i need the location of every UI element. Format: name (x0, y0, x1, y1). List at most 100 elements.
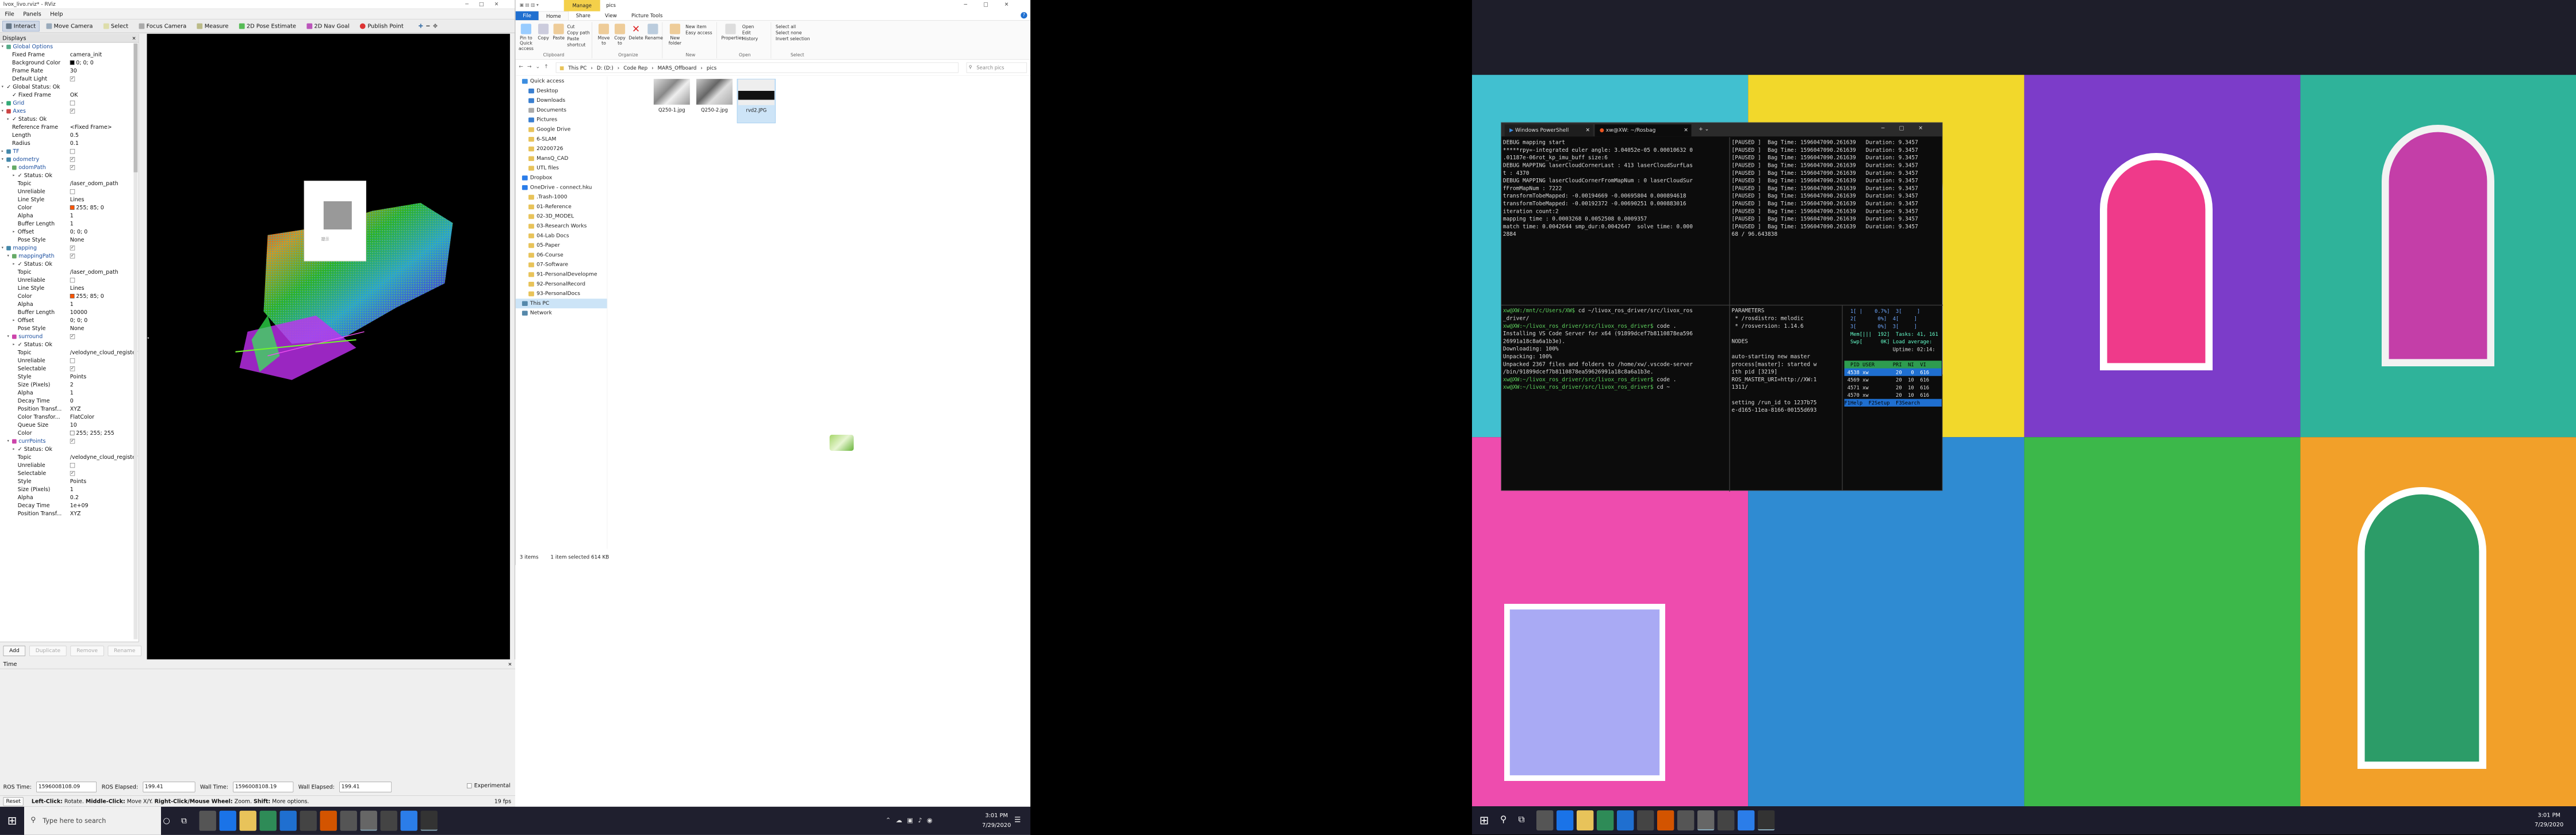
display-tree-row[interactable]: ▾ Axes ✓ (0, 107, 139, 115)
task-view-icon[interactable]: ⧉ (1519, 814, 1525, 825)
tab-ubuntu[interactable]: ● xw@XW: ~/Rosbag ✕ (1594, 124, 1692, 137)
taskbar-terminal-icon[interactable] (1697, 810, 1715, 831)
experimental-checkbox[interactable] (467, 783, 472, 788)
expand-arrow-icon[interactable]: ▾ (7, 437, 9, 445)
nav-item[interactable]: 06-Course (516, 250, 607, 260)
taskbar-app-icon[interactable] (340, 810, 357, 831)
tool-measure[interactable]: Measure (193, 21, 232, 31)
display-tree-row[interactable]: Unreliable (0, 276, 139, 284)
tool-interact[interactable]: Interact (2, 21, 40, 32)
expand-arrow-icon[interactable]: ▸ (13, 340, 14, 348)
display-checkbox[interactable]: ✓ (70, 471, 75, 476)
settings-icon[interactable]: ✥ (433, 23, 438, 29)
display-tree-row[interactable]: Pose Style None (0, 324, 139, 332)
taskbar-explorer-icon[interactable] (1577, 810, 1594, 831)
display-tree-row[interactable]: ▸ Grid (0, 99, 139, 107)
display-property-value[interactable]: 0.2 (70, 493, 79, 501)
menu-file[interactable]: File (5, 11, 14, 17)
display-tree-row[interactable]: Line Style Lines (0, 196, 139, 204)
nav-item[interactable]: Documents (516, 105, 607, 115)
display-property-value[interactable]: 1e+09 (70, 501, 89, 510)
display-tree-row[interactable]: Reference Frame <Fixed Frame> (0, 123, 139, 131)
display-tree-row[interactable]: ▸ TF (0, 147, 139, 155)
tool-publish-point[interactable]: Publish Point (356, 21, 407, 31)
display-tree-row[interactable]: Color Transfor... FlatColor (0, 413, 139, 421)
display-tree-row[interactable]: Position Transf... XYZ (0, 405, 139, 413)
clipboard-small-buttons[interactable]: Cut Copy path Paste shortcut (567, 24, 592, 48)
expand-arrow-icon[interactable]: ▸ (13, 316, 14, 324)
copy-button[interactable]: Copy (536, 24, 551, 41)
nav-item[interactable]: 02-3D_MODEL (516, 212, 607, 221)
display-property-value[interactable]: XYZ (70, 510, 81, 518)
nav-item[interactable]: 92-PersonalRecord (516, 279, 607, 289)
overlay-dialog[interactable]: 提示 (304, 181, 366, 262)
taskbar-mail-icon[interactable] (279, 810, 297, 831)
taskbar-app-icon[interactable] (380, 810, 397, 831)
address-breadcrumb[interactable]: ■ This PC › D: (D:) › Code Rep › MARS_Offbo… (555, 62, 959, 73)
new-tab-icon[interactable]: + ⌄ (1699, 126, 1709, 132)
display-tree-row[interactable]: Line Style Lines (0, 284, 139, 292)
color-swatch[interactable] (70, 205, 75, 210)
nav-item[interactable]: This PC (515, 298, 607, 309)
display-checkbox[interactable]: ✓ (70, 76, 75, 82)
display-tree-row[interactable]: Unreliable (0, 461, 139, 469)
remove-button[interactable]: Remove (70, 645, 104, 656)
tab-picture-tools[interactable]: Picture Tools (624, 12, 670, 20)
quick-access-toolbar[interactable]: ▣ ▤ ▥ ▾ (520, 2, 544, 9)
display-property-value[interactable]: 0; 0; 0 (70, 59, 94, 67)
rviz-3d-viewport[interactable]: 提示 ◂ (147, 33, 510, 660)
taskbar-app-icon[interactable] (320, 810, 337, 831)
display-tree-row[interactable]: Size (Pixels) 2 (0, 381, 139, 389)
expand-arrow-icon[interactable]: ▸ (2, 147, 3, 155)
display-checkbox[interactable]: ✓ (70, 246, 75, 251)
tool-2d-nav-goal[interactable]: 2D Nav Goal (303, 21, 353, 31)
display-property-value[interactable]: 1 (70, 300, 74, 308)
expand-arrow-icon[interactable]: ▾ (2, 83, 3, 91)
display-tree-row[interactable]: ▸ ✓ Status: Ok (0, 260, 139, 268)
display-property-value[interactable]: OK (70, 91, 78, 99)
manage-context-tab[interactable]: Manage (564, 0, 600, 12)
taskbar-search-box[interactable]: Type here to search (24, 806, 161, 835)
taskbar-app-icon[interactable] (1677, 810, 1695, 831)
display-tree-row[interactable]: Radius 0.1 (0, 139, 139, 147)
display-property-value[interactable]: 0.1 (70, 139, 79, 147)
display-tree-row[interactable]: Decay Time 1e+09 (0, 501, 139, 510)
add-button[interactable]: Add (3, 645, 26, 656)
menu-help[interactable]: Help (50, 11, 63, 17)
display-property-value[interactable]: 0.5 (70, 131, 79, 139)
taskbar-clock[interactable]: 3:01 PM 7/29/2020 (982, 811, 1011, 830)
nav-item[interactable]: Downloads (516, 96, 607, 106)
display-property-value[interactable]: <Fixed Frame> (70, 123, 112, 131)
display-checkbox[interactable] (70, 189, 75, 194)
display-tree-row[interactable]: Color 255; 85; 0 (0, 204, 139, 212)
display-tree-row[interactable]: Topic/laser_odom_path (0, 179, 139, 187)
display-tree-row[interactable]: Queue Size 10 (0, 421, 139, 429)
display-tree-row[interactable]: ▾ odomPath ✓ (0, 163, 139, 171)
rename-button[interactable]: Rename (645, 24, 663, 41)
display-property-value[interactable]: 1 (70, 212, 74, 220)
display-checkbox[interactable] (70, 149, 75, 154)
rename-button[interactable]: Rename (108, 645, 141, 656)
display-property-value[interactable]: 10000 (70, 308, 87, 316)
color-swatch[interactable] (70, 431, 75, 435)
search-icon[interactable]: ⚲ (1500, 814, 1506, 825)
display-tree-row[interactable]: Buffer Length 10000 (0, 308, 139, 316)
display-tree-row[interactable]: ▸ Offset 0; 0; 0 (0, 228, 139, 236)
nav-item[interactable]: Quick access (516, 76, 607, 86)
notification-icon[interactable]: ☰ (1014, 815, 1021, 824)
display-tree-row[interactable]: Length 0.5 (0, 131, 139, 139)
terminal-pane-htop[interactable]: 1[ | 0.7%] 3[ ] 2[ 0%] 4[ ] 3[ 0%] 3[ ] … (1844, 307, 1942, 488)
file-tile[interactable]: Q250-1.jpg (653, 79, 691, 123)
display-tree-row[interactable]: Selectable ✓ (0, 365, 139, 373)
expand-arrow-icon[interactable]: ▾ (7, 332, 9, 340)
display-tree-row[interactable]: Alpha 1 (0, 300, 139, 308)
floating-app-icon[interactable] (829, 435, 854, 451)
display-property-value[interactable]: 30 (70, 67, 77, 75)
open-small-buttons[interactable]: Open Edit History (742, 24, 758, 41)
move-to-button[interactable]: Move to (596, 24, 611, 46)
nav-item[interactable]: Network (516, 308, 607, 318)
windows-start-icon[interactable]: ⊞ (0, 807, 24, 835)
nav-item[interactable]: 6-SLAM (516, 135, 607, 144)
nav-item[interactable]: 01-Reference (516, 202, 607, 212)
search-input[interactable]: Search pics (966, 62, 1027, 73)
